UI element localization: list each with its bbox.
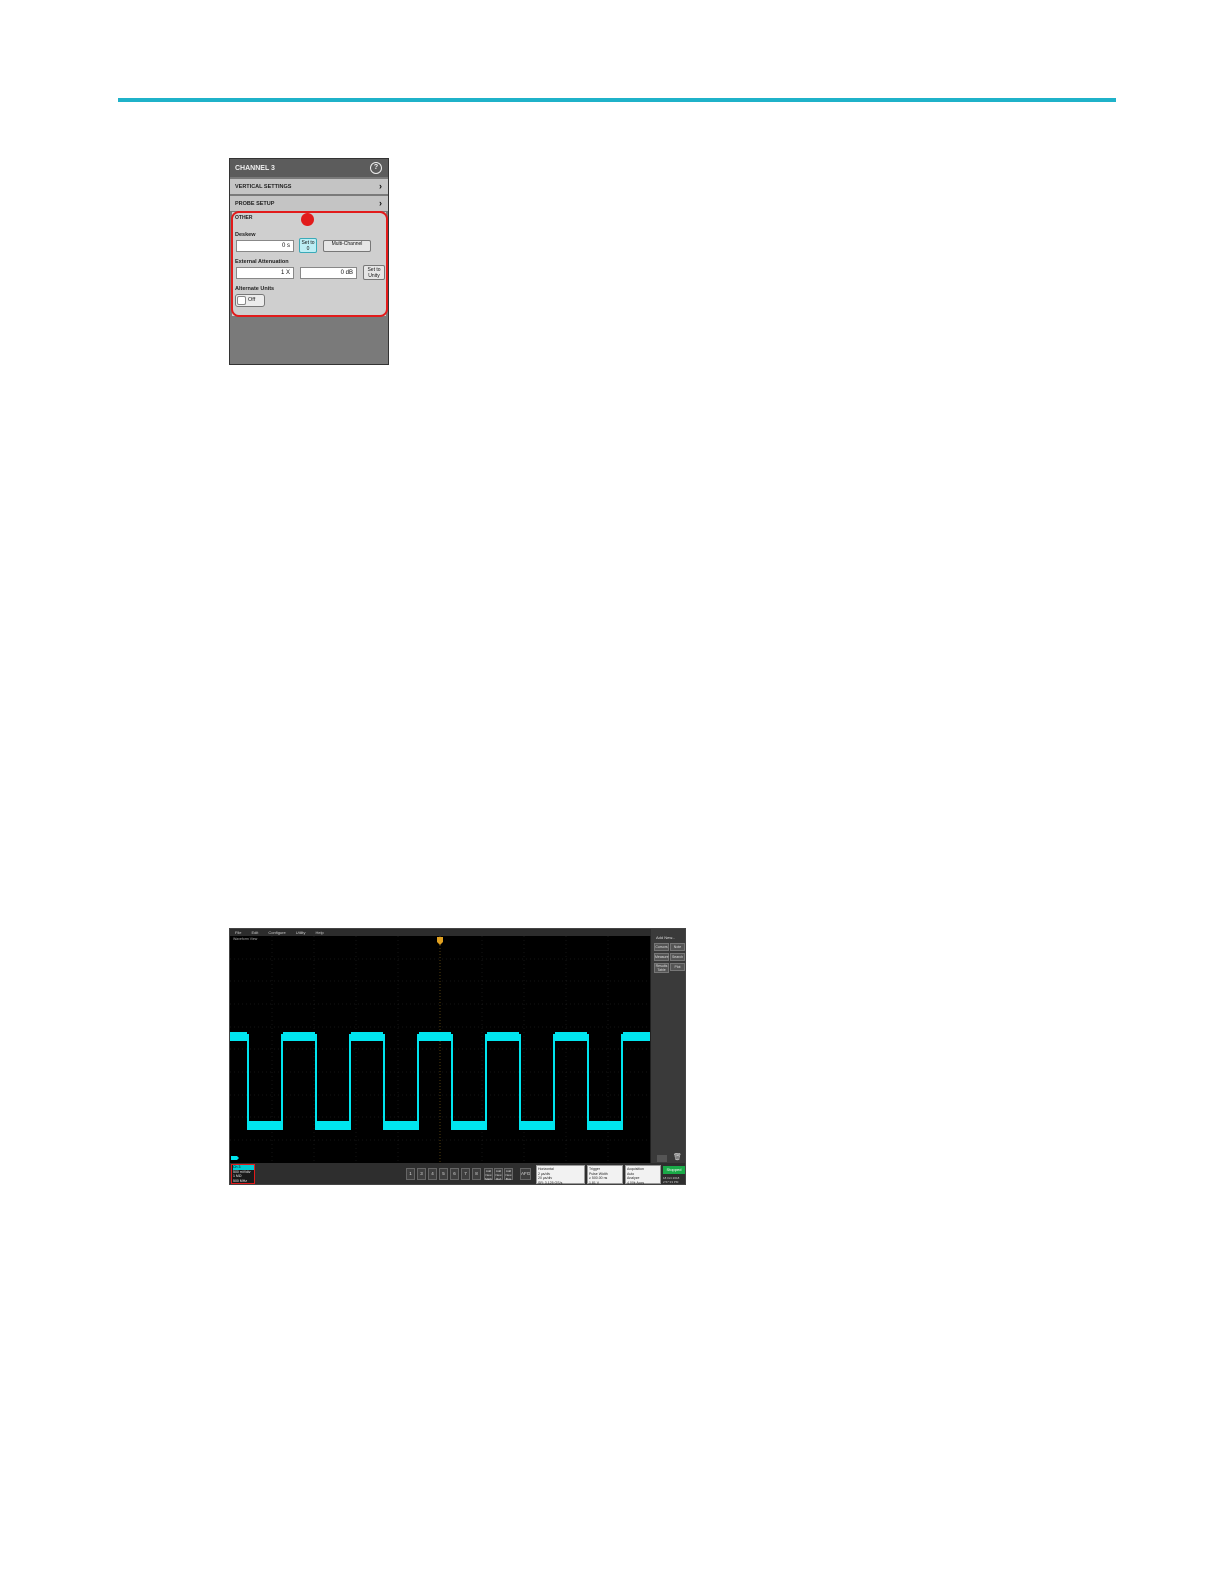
channel-3-badge[interactable]: Ch 3 500 mV/div 1 MΩ 500 MHz xyxy=(231,1164,255,1184)
add-new-title: Add New... xyxy=(656,935,676,940)
probe-setup-section[interactable]: PROBE SETUP › xyxy=(230,196,388,211)
highlight-frame xyxy=(231,211,388,317)
menu-configure[interactable]: Configure xyxy=(268,929,285,936)
run-stop-status[interactable]: Stopped xyxy=(663,1166,685,1174)
trash-icon[interactable]: 🗑 xyxy=(673,1154,682,1161)
menu-edit[interactable]: Edit xyxy=(251,929,258,936)
time: 2:57:33 PM xyxy=(663,1180,679,1184)
trigger-badge[interactable]: Trigger Pulse Width ≥ 500.00 ns 1.81 V xyxy=(587,1165,623,1184)
channel-1-button[interactable]: 1 xyxy=(406,1168,415,1180)
panel-header: CHANNEL 3 ? xyxy=(230,159,388,177)
vertical-settings-section[interactable]: VERTICAL SETTINGS › xyxy=(230,179,388,194)
plot-button[interactable]: Plot xyxy=(670,963,685,971)
chevron-right-icon: › xyxy=(379,181,382,191)
results-side-panel: Add New... Cursors Note Measure Search R… xyxy=(651,929,685,1163)
results-table-button[interactable]: Results Table xyxy=(654,963,669,973)
chevron-right-icon: › xyxy=(379,198,382,208)
channel-7-button[interactable]: 7 xyxy=(461,1168,470,1180)
channel-3-ground-marker[interactable] xyxy=(231,1156,239,1160)
add-new-ref-button[interactable]: Add New Ref xyxy=(494,1168,503,1181)
trigger-level: 1.81 V xyxy=(589,1180,600,1185)
channel-4-button[interactable]: 4 xyxy=(428,1168,437,1180)
channel-8-button[interactable]: 8 xyxy=(472,1168,481,1180)
add-new-math-button[interactable]: Add New Math xyxy=(484,1168,493,1181)
channel-3-button[interactable]: 3 xyxy=(417,1168,426,1180)
vertical-settings-label: VERTICAL SETTINGS xyxy=(235,183,292,190)
probe-setup-label: PROBE SETUP xyxy=(235,200,275,207)
menu-utility[interactable]: Utility xyxy=(296,929,306,936)
afg-button[interactable]: AFG xyxy=(520,1168,531,1180)
cursors-button[interactable]: Cursors xyxy=(654,943,669,951)
note-button[interactable]: Note xyxy=(670,943,685,951)
menu-file[interactable]: File xyxy=(235,929,241,936)
trigger-marker-icon[interactable] xyxy=(437,937,443,945)
panel-title: CHANNEL 3 xyxy=(235,164,275,172)
channel-3-trace xyxy=(230,1032,650,1130)
help-icon[interactable]: ? xyxy=(370,162,382,174)
horizontal-sample-rate: SR: 3.125 GS/s xyxy=(538,1180,563,1185)
acquisition-count: 4.00k Acqs xyxy=(627,1180,645,1185)
settings-bar: Ch 3 500 mV/div 1 MΩ 500 MHz 1 3 4 5 6 7… xyxy=(230,1163,685,1184)
menu-bar: File Edit Configure Utility Help xyxy=(230,929,655,936)
waveform-plot xyxy=(230,936,650,1163)
callout-marker xyxy=(301,213,314,226)
menu-help[interactable]: Help xyxy=(315,929,323,936)
search-button[interactable]: Search xyxy=(670,953,685,961)
oscilloscope-screen: File Edit Configure Utility Help Wavefor… xyxy=(229,928,686,1185)
channel-settings-panel: CHANNEL 3 ? VERTICAL SETTINGS › PROBE SE… xyxy=(229,158,389,365)
add-new-bus-button[interactable]: Add New Bus xyxy=(504,1168,513,1181)
date-time: 18 Oct 2018 2:57:33 PM xyxy=(663,1176,679,1184)
channel-6-button[interactable]: 6 xyxy=(450,1168,459,1180)
waveform-view[interactable]: Waveform View xyxy=(230,936,650,1163)
channel-5-button[interactable]: 5 xyxy=(439,1168,448,1180)
acquisition-badge[interactable]: Acquisition Auto Analyze 4.00k Acqs xyxy=(625,1165,661,1184)
channel-badge-bandwidth: 500 MHz xyxy=(233,1178,248,1183)
horizontal-badge[interactable]: Horizontal 2 µs/div 20 µs/div SR: 3.125 … xyxy=(536,1165,585,1184)
header-rule xyxy=(118,98,1116,102)
measure-button[interactable]: Measure xyxy=(654,953,669,961)
zoom-icon[interactable] xyxy=(657,1155,667,1162)
